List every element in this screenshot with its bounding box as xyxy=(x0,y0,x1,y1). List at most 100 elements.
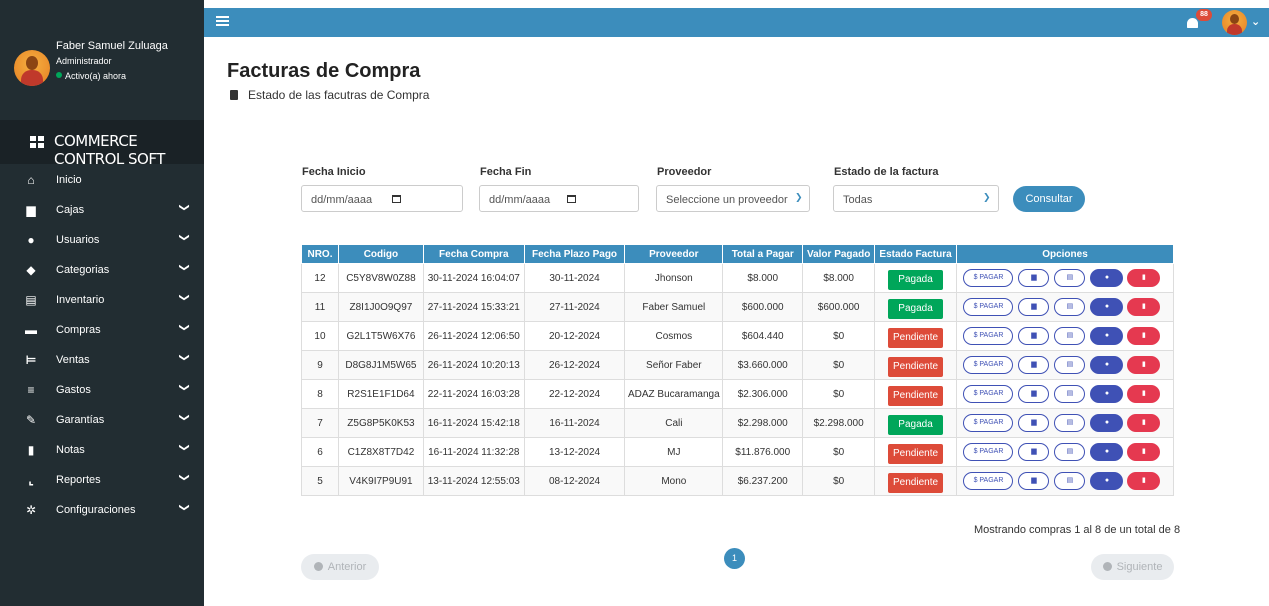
sidebar-item-notas[interactable]: ▮ Notas ❯ xyxy=(0,435,204,465)
payments-list-button[interactable]: ▤ xyxy=(1054,298,1086,316)
delete-button[interactable]: ▮ xyxy=(1127,414,1161,432)
invoice-detail-button[interactable]: ▆ xyxy=(1018,269,1050,287)
delete-button[interactable]: ▮ xyxy=(1127,327,1161,345)
cell-total: $6.237.200 xyxy=(722,466,804,496)
chevron-down-icon[interactable]: ❯ xyxy=(179,443,190,451)
chevron-down-icon[interactable]: ❯ xyxy=(179,353,190,361)
sidebar-item-label: Garantías xyxy=(56,414,105,426)
consultar-button[interactable]: Consultar xyxy=(1013,186,1085,212)
page-subtitle-text: Estado de las facutras de Compra xyxy=(248,88,430,102)
estado-select[interactable]: Todas ❯ xyxy=(833,185,999,212)
fecha-fin-input[interactable]: dd/mm/aaaa xyxy=(479,185,639,212)
payments-list-button[interactable]: ▤ xyxy=(1054,414,1086,432)
user-status: Activo(a) ahora xyxy=(56,71,126,81)
chevron-down-icon[interactable]: ❯ xyxy=(179,323,190,331)
invoice-detail-button[interactable]: ▆ xyxy=(1018,414,1050,432)
print-button[interactable]: ● xyxy=(1090,385,1124,403)
print-button[interactable]: ● xyxy=(1090,269,1124,287)
chevron-down-icon[interactable]: ❯ xyxy=(179,203,190,211)
table-row: 11 Z8I1J0O9Q97 27-11-2024 15:33:21 27-11-20… xyxy=(301,292,1175,322)
calendar-icon[interactable] xyxy=(392,195,401,203)
chevron-down-icon[interactable]: ⌄ xyxy=(1251,15,1260,28)
print-button[interactable]: ● xyxy=(1090,443,1124,461)
cell-opciones: $ PAGAR ▆ ▤ ● ▮ xyxy=(955,408,1175,438)
sidebar-item-garant-as[interactable]: ✎ Garantías ❯ xyxy=(0,405,204,435)
payments-list-button[interactable]: ▤ xyxy=(1054,356,1086,374)
cell-nro: 6 xyxy=(301,437,339,467)
cell-codigo: G2L1T5W6X76 xyxy=(337,321,424,351)
table-row: 8 R2S1E1F1D64 22-11-2024 16:03:28 22-12-202… xyxy=(301,379,1175,409)
chevron-down-icon[interactable]: ❯ xyxy=(179,503,190,511)
cell-fecha: 16-11-2024 11:32:28 xyxy=(422,437,525,467)
cell-opciones: $ PAGAR ▆ ▤ ● ▮ xyxy=(955,379,1175,409)
chevron-down-icon[interactable]: ❯ xyxy=(179,383,190,391)
chevron-down-icon[interactable]: ❯ xyxy=(179,233,190,241)
print-button[interactable]: ● xyxy=(1090,298,1124,316)
chevron-down-icon[interactable]: ❯ xyxy=(179,263,190,271)
invoice-detail-button[interactable]: ▆ xyxy=(1018,443,1050,461)
sidebar-item-label: Reportes xyxy=(56,474,101,486)
sidebar-item-categorias[interactable]: ◆ Categorias ❯ xyxy=(0,255,204,285)
payments-list-button[interactable]: ▤ xyxy=(1054,443,1086,461)
print-button[interactable]: ● xyxy=(1090,414,1124,432)
invoice-detail-button[interactable]: ▆ xyxy=(1018,385,1050,403)
cell-pagado: $600.000 xyxy=(802,292,876,322)
pay-button[interactable]: $ PAGAR xyxy=(963,298,1014,316)
user-menu-avatar[interactable] xyxy=(1222,10,1247,35)
pay-button[interactable]: $ PAGAR xyxy=(963,385,1014,403)
delete-button[interactable]: ▮ xyxy=(1127,269,1161,287)
payments-list-button[interactable]: ▤ xyxy=(1054,327,1086,345)
brand[interactable]: COMMERCE CONTROL SOFT xyxy=(0,120,204,168)
sidebar-item-inicio[interactable]: ⌂ Inicio xyxy=(0,165,204,195)
fecha-inicio-input[interactable]: dd/mm/aaaa xyxy=(301,185,463,212)
estado-selected: Todas xyxy=(843,194,873,206)
sidebar-item-inventario[interactable]: ▤ Inventario ❯ xyxy=(0,285,204,315)
cart-icon: ⊨ xyxy=(25,353,37,367)
delete-button[interactable]: ▮ xyxy=(1127,472,1161,490)
payments-list-button[interactable]: ▤ xyxy=(1054,472,1086,490)
delete-button[interactable]: ▮ xyxy=(1127,443,1161,461)
delete-button[interactable]: ▮ xyxy=(1127,385,1161,403)
sidebar-item-compras[interactable]: ▬ Compras ❯ xyxy=(0,315,204,345)
pay-button[interactable]: $ PAGAR xyxy=(963,443,1014,461)
sidebar-item-configuraciones[interactable]: ✲ Configuraciones ❯ xyxy=(0,495,204,525)
prev-page-button[interactable]: Anterior xyxy=(301,554,379,580)
pay-button[interactable]: $ PAGAR xyxy=(963,414,1014,432)
delete-button[interactable]: ▮ xyxy=(1127,356,1161,374)
print-button[interactable]: ● xyxy=(1090,356,1124,374)
cell-pagado: $2.298.000 xyxy=(802,408,876,438)
chevron-down-icon[interactable]: ❯ xyxy=(179,293,190,301)
sidebar-item-gastos[interactable]: ≡ Gastos ❯ xyxy=(0,375,204,405)
invoice-detail-button[interactable]: ▆ xyxy=(1018,298,1050,316)
proveedor-select[interactable]: Seleccione un proveedor ❯ xyxy=(656,185,810,212)
print-button[interactable]: ● xyxy=(1090,327,1124,345)
invoice-detail-button[interactable]: ▆ xyxy=(1018,327,1050,345)
next-page-button[interactable]: Siguiente xyxy=(1091,554,1174,580)
sidebar-item-cajas[interactable]: ▆ Cajas ❯ xyxy=(0,195,204,225)
delete-button[interactable]: ▮ xyxy=(1127,298,1161,316)
invoice-detail-button[interactable]: ▆ xyxy=(1018,356,1050,374)
hamburger-menu-icon[interactable] xyxy=(216,16,229,27)
pay-button[interactable]: $ PAGAR xyxy=(963,472,1014,490)
sidebar-item-reportes[interactable]: ⌞ Reportes ❯ xyxy=(0,465,204,495)
sidebar-item-usuarios[interactable]: ● Usuarios ❯ xyxy=(0,225,204,255)
chevron-down-icon[interactable]: ❯ xyxy=(179,413,190,421)
row-actions: $ PAGAR ▆ ▤ ● ▮ xyxy=(963,472,1166,490)
cell-proveedor: Jhonson xyxy=(624,263,724,293)
pay-button[interactable]: $ PAGAR xyxy=(963,327,1014,345)
sidebar-item-label: Gastos xyxy=(56,384,91,396)
pay-button[interactable]: $ PAGAR xyxy=(963,356,1014,374)
page-number-1[interactable]: 1 xyxy=(724,548,745,569)
payments-list-button[interactable]: ▤ xyxy=(1054,269,1086,287)
invoice-detail-button[interactable]: ▆ xyxy=(1018,472,1050,490)
cell-codigo: C5Y8V8W0Z88 xyxy=(337,263,424,293)
payments-list-button[interactable]: ▤ xyxy=(1054,385,1086,403)
calendar-icon[interactable] xyxy=(567,195,576,203)
user-panel: Faber Samuel Zuluaga Administrador Activ… xyxy=(0,0,204,130)
chevron-down-icon[interactable]: ❯ xyxy=(179,473,190,481)
user-avatar xyxy=(14,50,50,86)
pay-button[interactable]: $ PAGAR xyxy=(963,269,1014,287)
cell-codigo: D8G8J1M5W65 xyxy=(337,350,424,380)
sidebar-item-ventas[interactable]: ⊨ Ventas ❯ xyxy=(0,345,204,375)
print-button[interactable]: ● xyxy=(1090,472,1124,490)
